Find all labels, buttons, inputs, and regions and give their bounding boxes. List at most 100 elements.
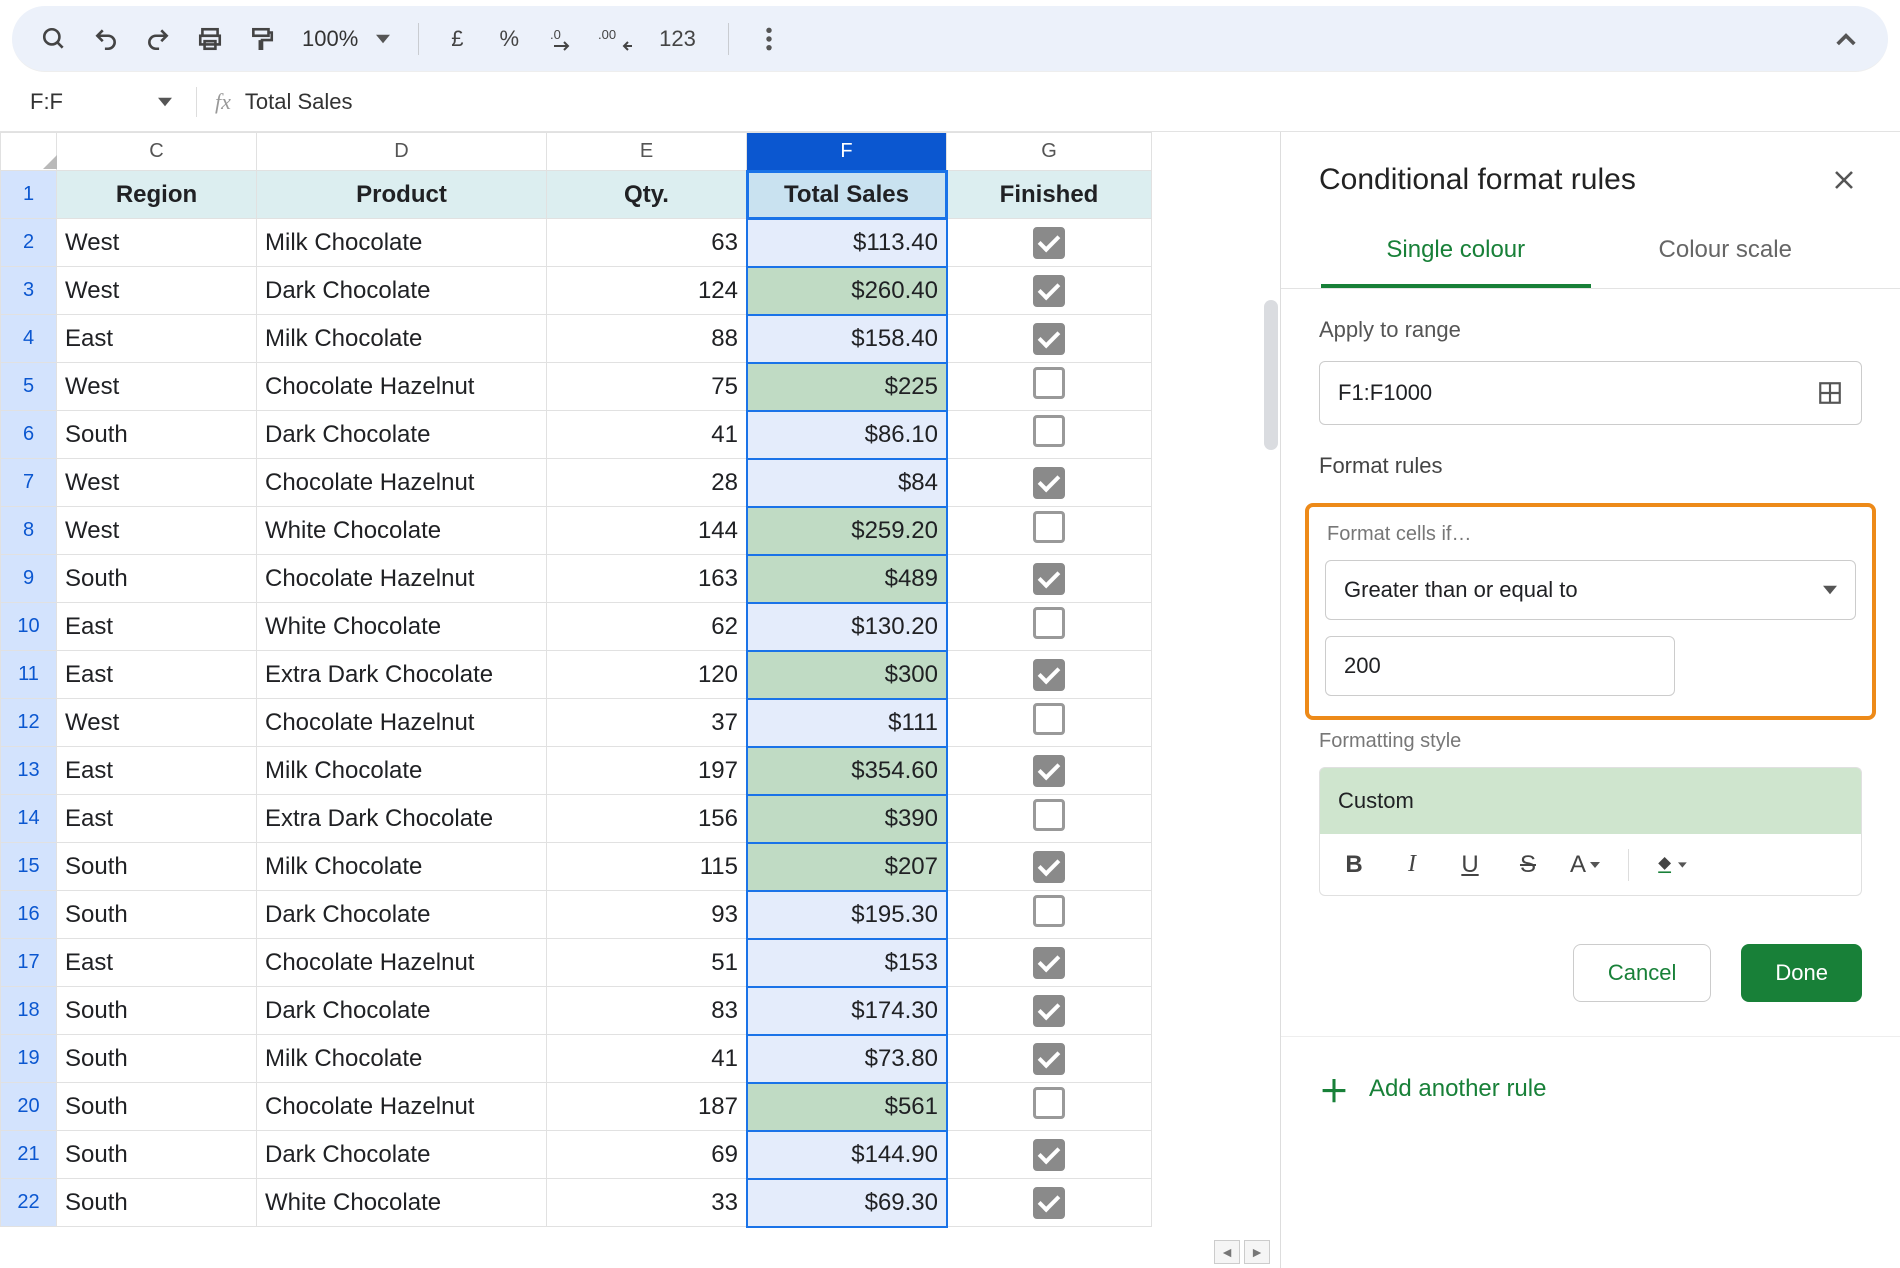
cell-total[interactable]: $86.10	[747, 411, 947, 459]
more-formats-button[interactable]: 123	[645, 26, 710, 52]
cell-product[interactable]: Chocolate Hazelnut	[257, 363, 547, 411]
cell-product[interactable]: Milk Chocolate	[257, 843, 547, 891]
cell-total[interactable]: $207	[747, 843, 947, 891]
checkbox[interactable]	[1033, 1087, 1065, 1119]
row-header-11[interactable]: 11	[1, 651, 57, 699]
collapse-toolbar-icon[interactable]	[1824, 17, 1868, 61]
checkbox[interactable]	[1033, 947, 1065, 979]
cell-product[interactable]: White Chocolate	[257, 1179, 547, 1227]
cell-product[interactable]: Chocolate Hazelnut	[257, 1083, 547, 1131]
cell-qty[interactable]: 144	[547, 507, 747, 555]
checkbox[interactable]	[1033, 563, 1065, 595]
cell-product[interactable]: Chocolate Hazelnut	[257, 459, 547, 507]
row-header-6[interactable]: 6	[1, 411, 57, 459]
checkbox[interactable]	[1033, 799, 1065, 831]
cell-qty[interactable]: 163	[547, 555, 747, 603]
row-header-18[interactable]: 18	[1, 987, 57, 1035]
checkbox[interactable]	[1033, 703, 1065, 735]
column-header-C[interactable]: C	[57, 133, 257, 171]
cell-region[interactable]: South	[57, 843, 257, 891]
cell-region[interactable]: South	[57, 1179, 257, 1227]
checkbox[interactable]	[1033, 607, 1065, 639]
cell-finished[interactable]	[947, 315, 1152, 363]
cell-product[interactable]: White Chocolate	[257, 603, 547, 651]
cell-region[interactable]: South	[57, 987, 257, 1035]
cancel-button[interactable]: Cancel	[1573, 944, 1711, 1002]
redo-icon[interactable]	[136, 17, 180, 61]
column-header-F[interactable]: F	[747, 133, 947, 171]
undo-icon[interactable]	[84, 17, 128, 61]
tab-colour-scale[interactable]: Colour scale	[1591, 218, 1861, 288]
cell-finished[interactable]	[947, 843, 1152, 891]
cell-total[interactable]: $73.80	[747, 1035, 947, 1083]
checkbox[interactable]	[1033, 1139, 1065, 1171]
row-header-4[interactable]: 4	[1, 315, 57, 363]
cell-total[interactable]: $69.30	[747, 1179, 947, 1227]
cell-qty[interactable]: 156	[547, 795, 747, 843]
cell-qty[interactable]: 33	[547, 1179, 747, 1227]
cell-qty[interactable]: 88	[547, 315, 747, 363]
cell-region[interactable]: South	[57, 555, 257, 603]
row-header-5[interactable]: 5	[1, 363, 57, 411]
checkbox[interactable]	[1033, 415, 1065, 447]
close-icon[interactable]	[1826, 162, 1862, 198]
scroll-right-icon[interactable]: ►	[1244, 1240, 1270, 1264]
cell-qty[interactable]: 63	[547, 219, 747, 267]
cell-product[interactable]: Milk Chocolate	[257, 747, 547, 795]
currency-format-button[interactable]: £	[437, 26, 477, 52]
sheet-scroll-buttons[interactable]: ◄ ►	[1214, 1240, 1270, 1264]
cell-total[interactable]: $174.30	[747, 987, 947, 1035]
row-header-2[interactable]: 2	[1, 219, 57, 267]
cell-region[interactable]: East	[57, 747, 257, 795]
row-header-9[interactable]: 9	[1, 555, 57, 603]
cell-total[interactable]: $144.90	[747, 1131, 947, 1179]
cell-finished[interactable]	[947, 1179, 1152, 1227]
cell-finished[interactable]	[947, 987, 1152, 1035]
add-another-rule-button[interactable]: ＋ Add another rule	[1281, 1037, 1900, 1141]
formula-input[interactable]: fx Total Sales	[215, 89, 353, 115]
style-preview[interactable]: Custom	[1319, 767, 1862, 834]
range-input[interactable]: F1:F1000	[1319, 361, 1862, 425]
cell-total[interactable]: $113.40	[747, 219, 947, 267]
cell-qty[interactable]: 83	[547, 987, 747, 1035]
search-icon[interactable]	[32, 17, 76, 61]
cell-qty[interactable]: 115	[547, 843, 747, 891]
cell-qty[interactable]: 120	[547, 651, 747, 699]
row-header-3[interactable]: 3	[1, 267, 57, 315]
cell-product[interactable]: Milk Chocolate	[257, 315, 547, 363]
checkbox[interactable]	[1033, 995, 1065, 1027]
cell-total[interactable]: $489	[747, 555, 947, 603]
cell-region[interactable]: East	[57, 651, 257, 699]
checkbox[interactable]	[1033, 755, 1065, 787]
row-header-16[interactable]: 16	[1, 891, 57, 939]
text-color-button[interactable]: A	[1570, 851, 1602, 879]
cell-qty[interactable]: 51	[547, 939, 747, 987]
column-header-D[interactable]: D	[257, 133, 547, 171]
cell-qty[interactable]: 93	[547, 891, 747, 939]
row-header-10[interactable]: 10	[1, 603, 57, 651]
cell-product[interactable]: Dark Chocolate	[257, 267, 547, 315]
more-icon[interactable]	[747, 17, 791, 61]
cell-finished[interactable]	[947, 363, 1152, 411]
column-header-E[interactable]: E	[547, 133, 747, 171]
cell-qty[interactable]: 197	[547, 747, 747, 795]
cell-total[interactable]: $259.20	[747, 507, 947, 555]
checkbox[interactable]	[1033, 1187, 1065, 1219]
row-header-8[interactable]: 8	[1, 507, 57, 555]
cell-product[interactable]: Dark Chocolate	[257, 891, 547, 939]
cell-qty[interactable]: 75	[547, 363, 747, 411]
cell-qty[interactable]: 37	[547, 699, 747, 747]
cell-product[interactable]: Chocolate Hazelnut	[257, 555, 547, 603]
cell-product[interactable]: Dark Chocolate	[257, 987, 547, 1035]
cell-total[interactable]: $111	[747, 699, 947, 747]
checkbox[interactable]	[1033, 323, 1065, 355]
row-header-17[interactable]: 17	[1, 939, 57, 987]
threshold-input[interactable]: 200	[1325, 636, 1675, 696]
cell-product[interactable]: Extra Dark Chocolate	[257, 651, 547, 699]
cell-product[interactable]: Chocolate Hazelnut	[257, 939, 547, 987]
header-cell-G[interactable]: Finished	[947, 171, 1152, 219]
cell-qty[interactable]: 124	[547, 267, 747, 315]
cell-region[interactable]: West	[57, 267, 257, 315]
row-header-19[interactable]: 19	[1, 1035, 57, 1083]
cell-total[interactable]: $130.20	[747, 603, 947, 651]
